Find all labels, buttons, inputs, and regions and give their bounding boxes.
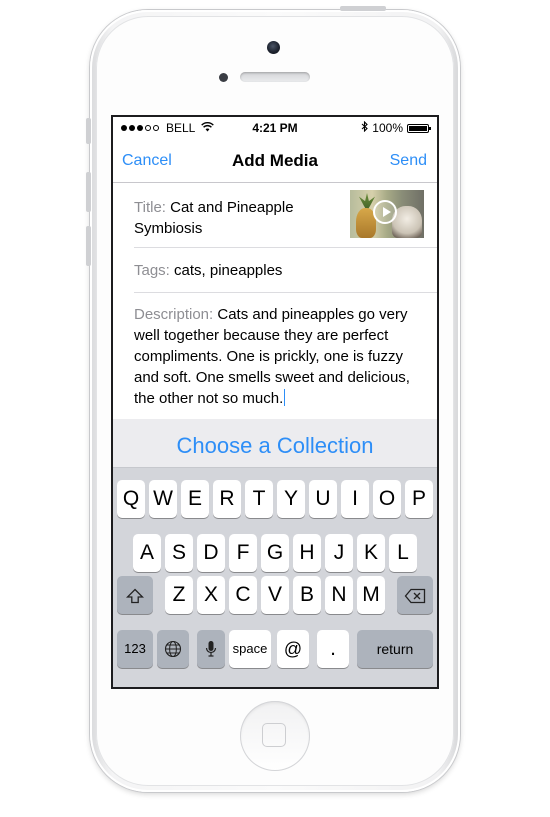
key-t[interactable]: T bbox=[245, 480, 273, 518]
keyboard: 123 space @ . return QWERTYUIOP A S D F G… bbox=[113, 467, 437, 687]
key-r[interactable]: R bbox=[213, 480, 241, 518]
battery-percent: 100% bbox=[372, 121, 403, 135]
key-g[interactable]: G bbox=[261, 534, 289, 572]
numbers-key[interactable]: 123 bbox=[117, 630, 153, 668]
key-h[interactable]: H bbox=[293, 534, 321, 572]
play-icon[interactable] bbox=[373, 200, 397, 224]
home-square-icon bbox=[262, 723, 286, 747]
globe-key[interactable] bbox=[157, 630, 189, 668]
shift-key[interactable] bbox=[117, 576, 153, 614]
media-form: Title: Cat and Pineapple Symbiosis Tags:… bbox=[113, 183, 437, 419]
backspace-icon bbox=[404, 583, 426, 606]
earpiece-speaker bbox=[240, 72, 310, 82]
volume-down-button bbox=[86, 226, 91, 266]
title-label: Title: bbox=[134, 199, 166, 216]
front-camera bbox=[267, 41, 280, 54]
text-cursor bbox=[284, 389, 286, 406]
key-k[interactable]: K bbox=[357, 534, 385, 572]
key-n[interactable]: N bbox=[325, 576, 353, 614]
tags-field[interactable]: Tags: cats, pineapples bbox=[134, 247, 437, 293]
microphone-icon bbox=[205, 637, 217, 660]
key-l[interactable]: L bbox=[389, 534, 417, 572]
key-b[interactable]: B bbox=[293, 576, 321, 614]
description-label: Description: bbox=[134, 306, 214, 323]
key-m[interactable]: M bbox=[357, 576, 385, 614]
key-z[interactable]: Z bbox=[165, 576, 193, 614]
tags-value[interactable]: cats, pineapples bbox=[174, 262, 282, 279]
key-q[interactable]: Q bbox=[117, 480, 145, 518]
key-d[interactable]: D bbox=[197, 534, 225, 572]
description-text[interactable]: Description: Cats and pineapples go very… bbox=[134, 304, 424, 409]
power-button bbox=[340, 6, 386, 11]
page-title: Add Media bbox=[232, 151, 318, 170]
key-s[interactable]: S bbox=[165, 534, 193, 572]
tags-text[interactable]: Tags: cats, pineapples bbox=[134, 262, 282, 279]
title-text[interactable]: Title: Cat and Pineapple Symbiosis bbox=[134, 197, 334, 239]
volume-up-button bbox=[86, 172, 91, 212]
key-e[interactable]: E bbox=[181, 480, 209, 518]
title-field[interactable]: Title: Cat and Pineapple Symbiosis bbox=[134, 183, 437, 248]
home-button[interactable] bbox=[240, 701, 310, 771]
mute-switch bbox=[86, 118, 91, 144]
video-thumbnail[interactable] bbox=[350, 190, 424, 238]
battery-icon bbox=[407, 123, 431, 133]
return-key[interactable]: return bbox=[357, 630, 433, 668]
key-f[interactable]: F bbox=[229, 534, 257, 572]
microphone-key[interactable] bbox=[197, 630, 225, 668]
send-button[interactable]: Send bbox=[390, 152, 427, 170]
key-a[interactable]: A bbox=[133, 534, 161, 572]
status-bar: BELL 4:21 PM 100% bbox=[113, 117, 437, 139]
screen: BELL 4:21 PM 100% Cancel Add Media Send … bbox=[113, 117, 437, 687]
key-v[interactable]: V bbox=[261, 576, 289, 614]
key-o[interactable]: O bbox=[373, 480, 401, 518]
key-i[interactable]: I bbox=[341, 480, 369, 518]
choose-collection-button[interactable]: Choose a Collection bbox=[113, 419, 437, 467]
key-w[interactable]: W bbox=[149, 480, 177, 518]
period-key[interactable]: . bbox=[317, 630, 349, 668]
key-x[interactable]: X bbox=[197, 576, 225, 614]
at-key[interactable]: @ bbox=[277, 630, 309, 668]
key-j[interactable]: J bbox=[325, 534, 353, 572]
key-u[interactable]: U bbox=[309, 480, 337, 518]
navigation-bar: Cancel Add Media Send bbox=[113, 139, 437, 183]
bluetooth-icon bbox=[361, 120, 369, 135]
battery-tip bbox=[429, 126, 431, 130]
key-p[interactable]: P bbox=[405, 480, 433, 518]
battery-fill bbox=[409, 125, 427, 131]
globe-icon bbox=[164, 637, 182, 660]
space-key[interactable]: space bbox=[229, 630, 271, 668]
battery-group: 100% bbox=[361, 120, 431, 135]
key-c[interactable]: C bbox=[229, 576, 257, 614]
tags-label: Tags: bbox=[134, 262, 170, 279]
key-y[interactable]: Y bbox=[277, 480, 305, 518]
description-field[interactable]: Description: Cats and pineapples go very… bbox=[134, 292, 437, 419]
proximity-sensor bbox=[219, 73, 228, 82]
delete-key[interactable] bbox=[397, 576, 433, 614]
shift-icon bbox=[125, 583, 145, 606]
